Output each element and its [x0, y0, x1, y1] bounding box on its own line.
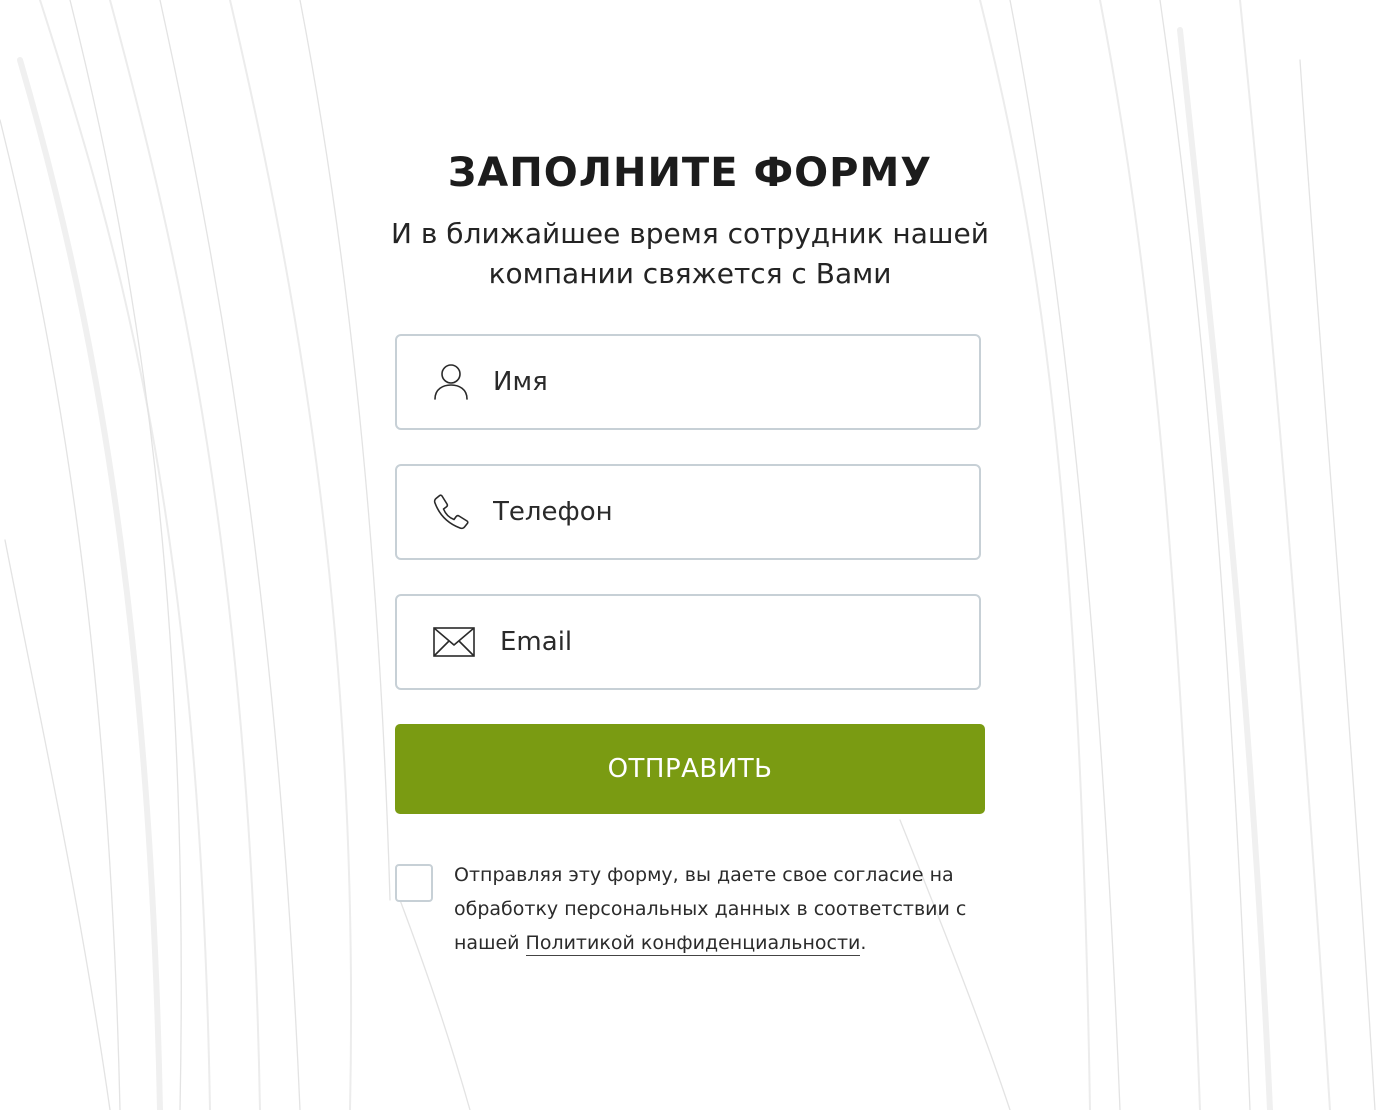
subtitle-line-2: компании свяжется с Вами: [488, 257, 892, 290]
email-input[interactable]: [500, 596, 960, 688]
subtitle-line-1: И в ближайшее время сотрудник нашей: [391, 217, 989, 250]
name-field[interactable]: [395, 334, 981, 430]
consent-checkbox[interactable]: [395, 864, 433, 902]
consent-text-end: .: [860, 932, 867, 954]
privacy-policy-link[interactable]: Политикой конфиденциальности: [525, 932, 861, 956]
user-icon: [433, 363, 469, 401]
name-input[interactable]: [493, 336, 953, 428]
email-field[interactable]: [395, 594, 981, 690]
phone-input[interactable]: [493, 466, 953, 558]
form-subtitle: И в ближайшее время сотрудник нашей комп…: [335, 214, 1045, 294]
phone-field[interactable]: [395, 464, 981, 560]
form-title: ЗАПОЛНИТЕ ФОРМУ: [447, 150, 933, 196]
envelope-icon: [433, 627, 475, 657]
phone-icon: [433, 494, 469, 530]
consent-text: Отправляя эту форму, вы даете свое согла…: [454, 858, 984, 960]
submit-button[interactable]: ОТПРАВИТЬ: [395, 724, 985, 814]
